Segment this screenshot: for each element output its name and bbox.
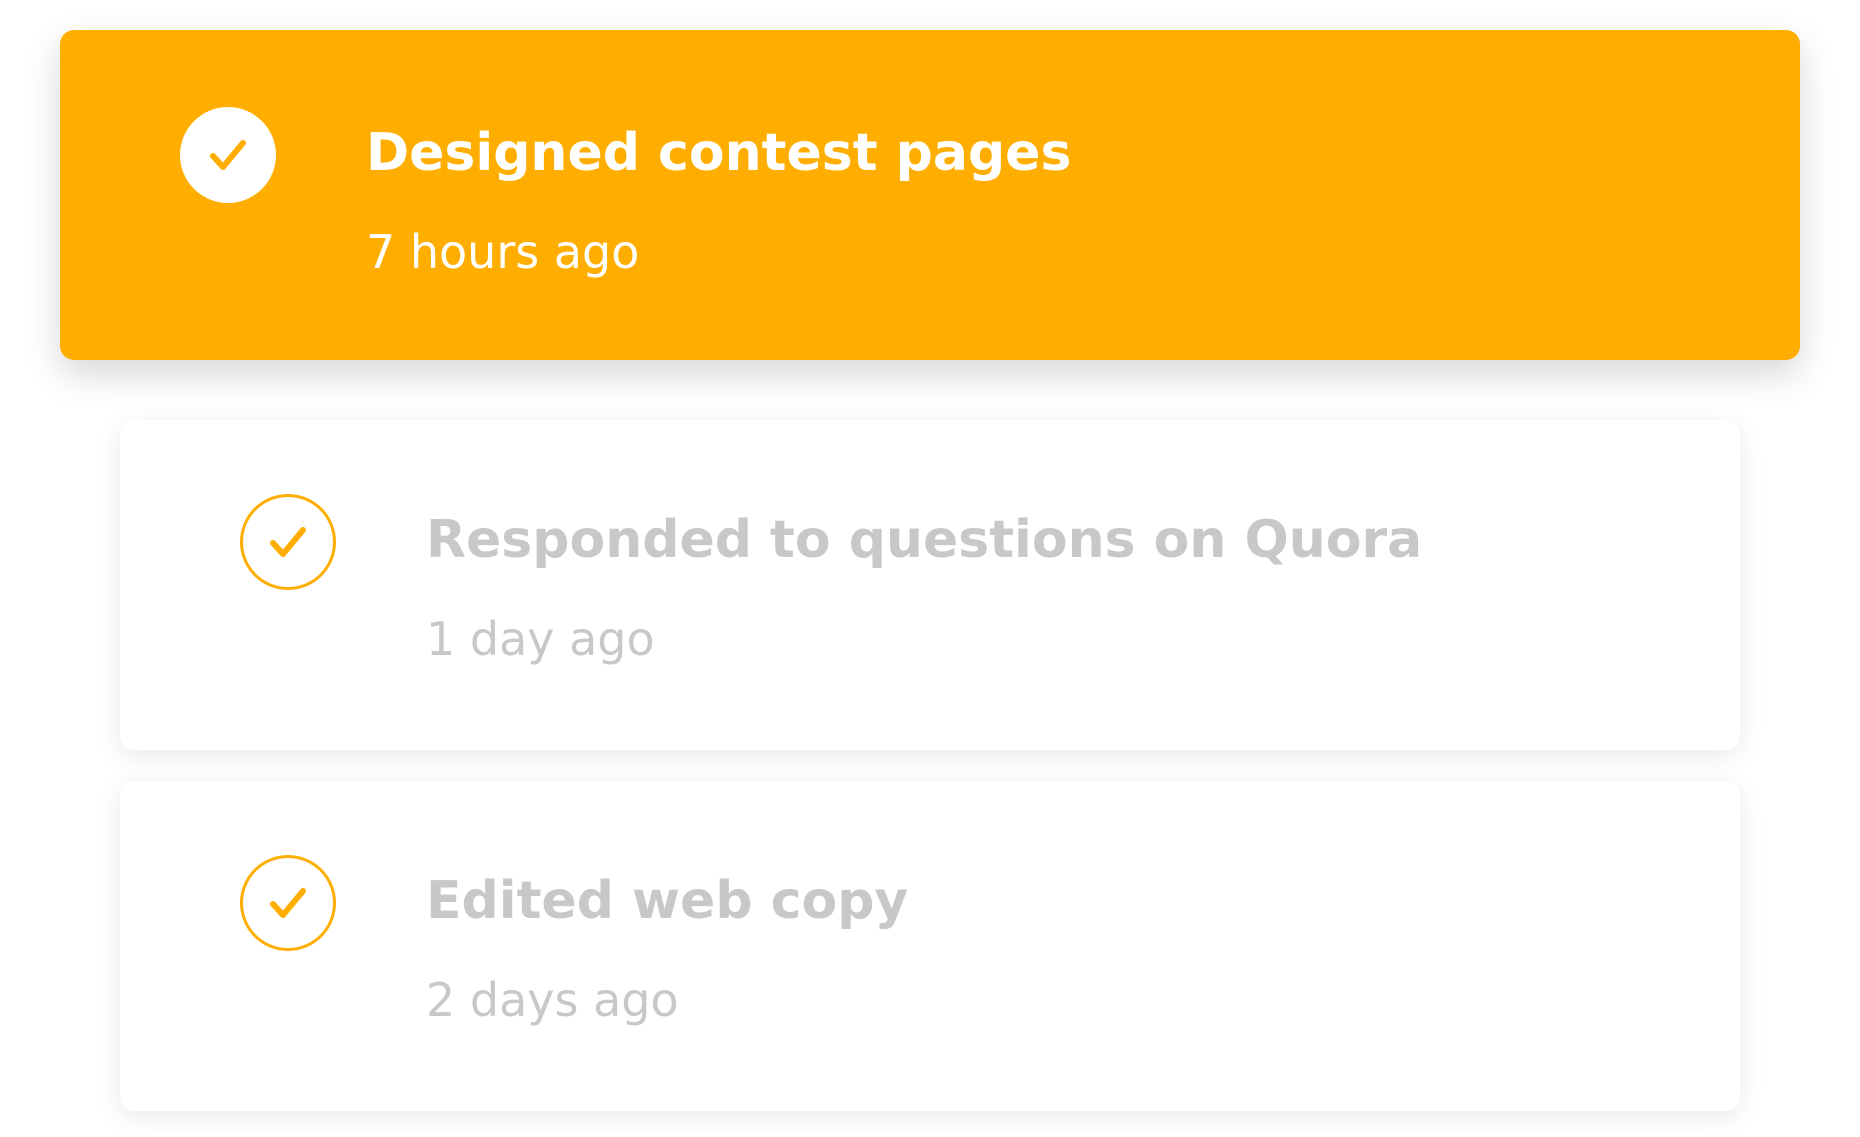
check-circle-icon — [180, 107, 276, 203]
check-circle-icon — [240, 855, 336, 951]
activity-card[interactable]: Edited web copy 2 days ago — [120, 781, 1740, 1111]
activity-title: Edited web copy — [426, 871, 909, 931]
activity-title: Designed contest pages — [366, 123, 1072, 183]
check-circle-icon — [240, 494, 336, 590]
activity-card[interactable]: Responded to questions on Quora 1 day ag… — [120, 420, 1740, 750]
activity-timestamp: 1 day ago — [426, 612, 655, 666]
activity-card-active[interactable]: Designed contest pages 7 hours ago — [60, 30, 1800, 360]
activity-timestamp: 7 hours ago — [366, 225, 640, 279]
activity-timestamp: 2 days ago — [426, 973, 679, 1027]
activity-title: Responded to questions on Quora — [426, 510, 1423, 570]
